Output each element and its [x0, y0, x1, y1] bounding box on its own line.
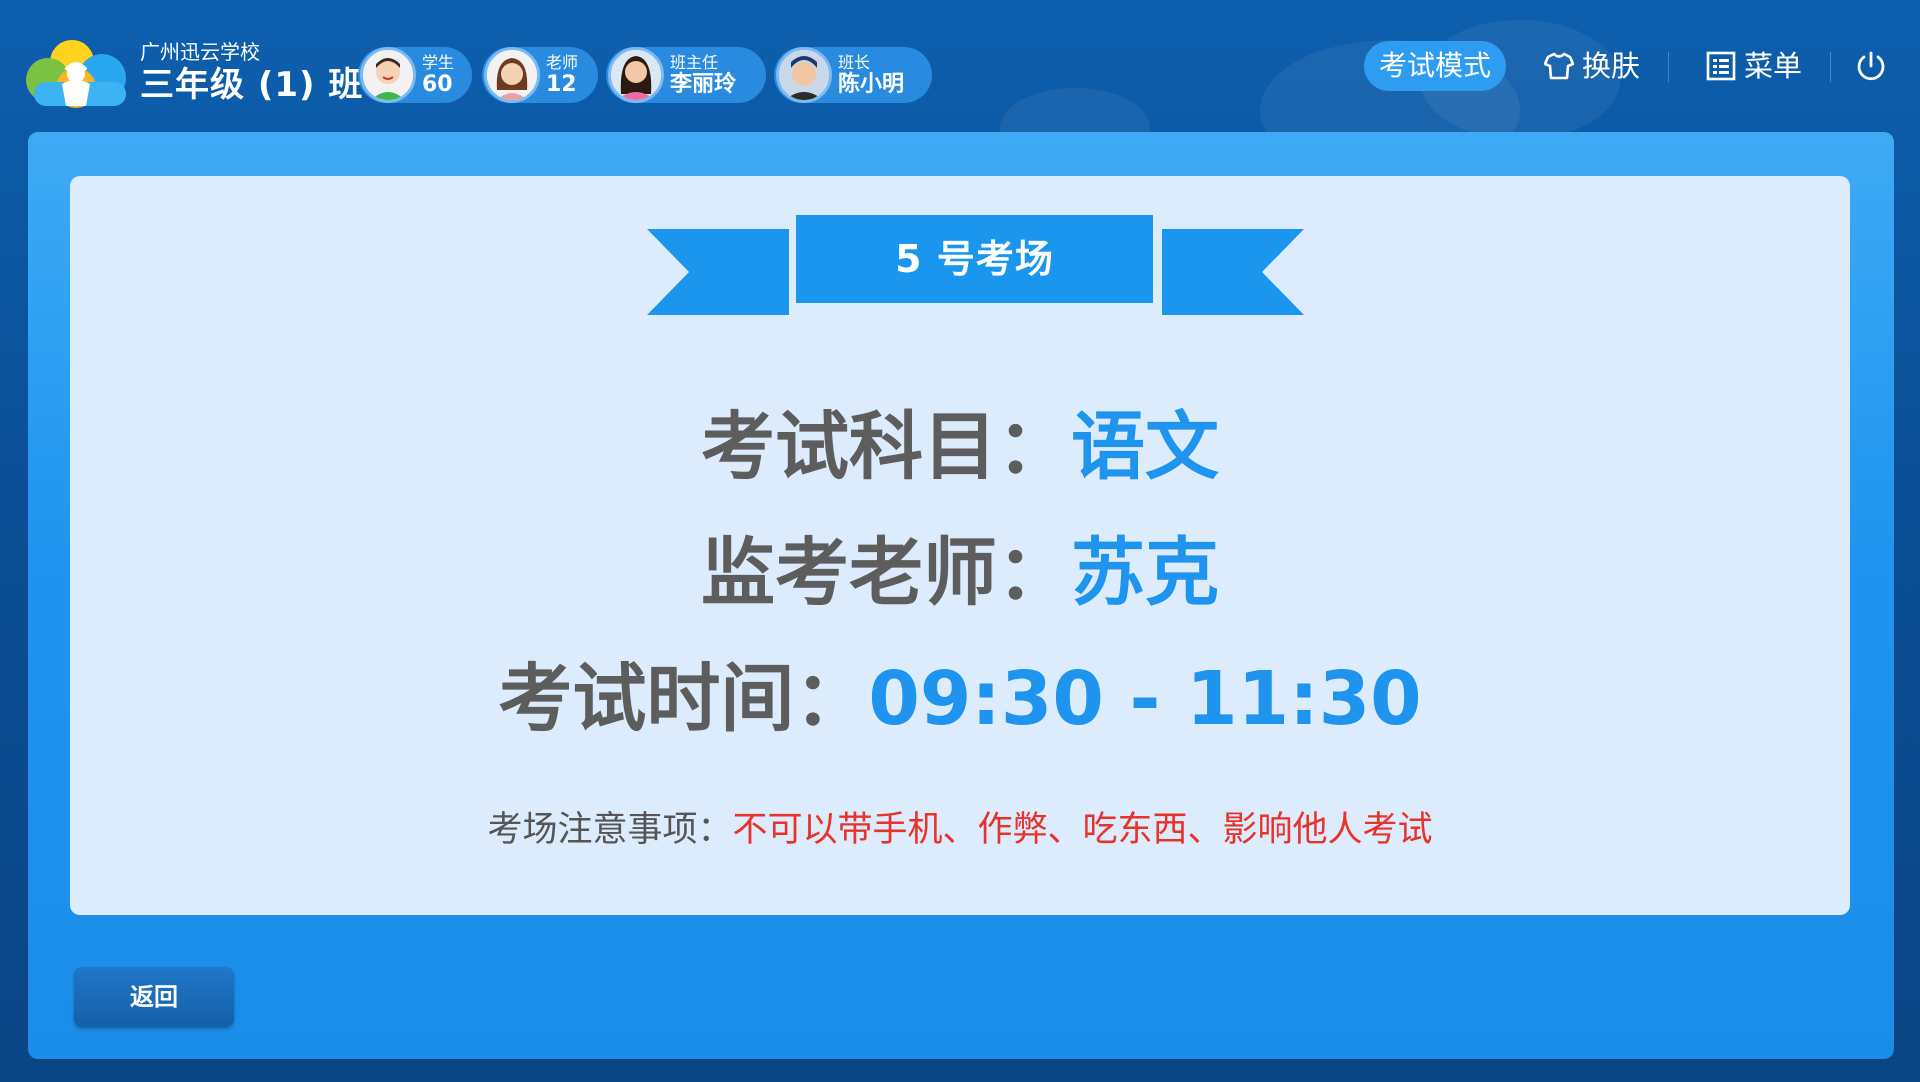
exam-time-value: 09:30 - 11:30 [868, 656, 1422, 742]
teacher-count: 12 [546, 72, 577, 97]
teacher-label: 老师 [546, 53, 579, 72]
student-avatar-icon [360, 47, 416, 103]
head-teacher-label: 班主任 [670, 53, 719, 72]
student-label: 学生 [422, 53, 455, 72]
back-button[interactable]: 返回 [74, 967, 234, 1027]
exam-subject-label: 考试科目： [701, 404, 1071, 490]
exam-notice-text: 不可以带手机、作弊、吃东西、影响他人考试 [732, 810, 1433, 850]
student-count: 60 [422, 72, 453, 97]
skin-label: 换肤 [1582, 49, 1641, 83]
power-icon[interactable] [1854, 49, 1888, 83]
exam-time-label: 考试时间： [498, 656, 869, 742]
menu-button[interactable]: 菜单 [1706, 44, 1802, 88]
header-divider [1668, 52, 1669, 82]
exam-room-title: 5 号考场 [796, 215, 1153, 303]
exam-time-row: 考试时间：09:30 - 11:30 [70, 654, 1850, 744]
skin-button[interactable]: 换肤 [1544, 44, 1640, 88]
menu-label: 菜单 [1744, 49, 1803, 83]
class-monitor-name: 陈小明 [838, 72, 905, 97]
school-name: 广州迅云学校 [140, 40, 260, 64]
exam-proctor-label: 监考老师： [701, 530, 1071, 616]
exam-info-card: 5 号考场 考试科目：语文 监考老师：苏克 考试时间：09:30 - 11:30… [70, 176, 1850, 915]
header-divider [1830, 52, 1831, 82]
class-monitor-badge[interactable]: 班长 陈小明 [774, 47, 932, 103]
school-logo [26, 36, 130, 110]
ribbon-left-tail [647, 229, 789, 315]
exam-room-banner: 5 号考场 [647, 215, 1304, 315]
class-monitor-avatar [776, 47, 832, 103]
head-teacher-avatar [608, 47, 664, 103]
top-header: 广州迅云学校 三年级 (1) 班 学生 60 老师 12 班主任 李丽玲 班长 … [0, 0, 1920, 132]
exam-proctor-row: 监考老师：苏克 [70, 528, 1850, 618]
exam-notice: 考场注意事项：不可以带手机、作弊、吃东西、影响他人考试 [70, 808, 1850, 852]
tshirt-icon [1544, 52, 1574, 80]
head-teacher-badge[interactable]: 班主任 李丽玲 [606, 47, 766, 103]
exam-subject-row: 考试科目：语文 [70, 402, 1850, 492]
exam-subject-value: 语文 [1071, 404, 1219, 490]
teacher-count-badge[interactable]: 老师 12 [482, 47, 598, 103]
exam-mode-button[interactable]: 考试模式 [1364, 41, 1506, 91]
exam-proctor-value: 苏克 [1071, 530, 1219, 616]
main-panel: 5 号考场 考试科目：语文 监考老师：苏克 考试时间：09:30 - 11:30… [28, 132, 1894, 1059]
head-teacher-name: 李丽玲 [670, 72, 737, 97]
student-count-badge[interactable]: 学生 60 [358, 47, 472, 103]
teacher-avatar-icon [484, 47, 540, 103]
ribbon-right-tail [1162, 229, 1304, 315]
menu-list-icon [1706, 51, 1736, 81]
exam-notice-label: 考场注意事项： [487, 810, 733, 850]
class-monitor-label: 班长 [838, 53, 871, 72]
school-info: 广州迅云学校 三年级 (1) 班 [140, 40, 363, 106]
class-name: 三年级 (1) 班 [140, 65, 364, 105]
